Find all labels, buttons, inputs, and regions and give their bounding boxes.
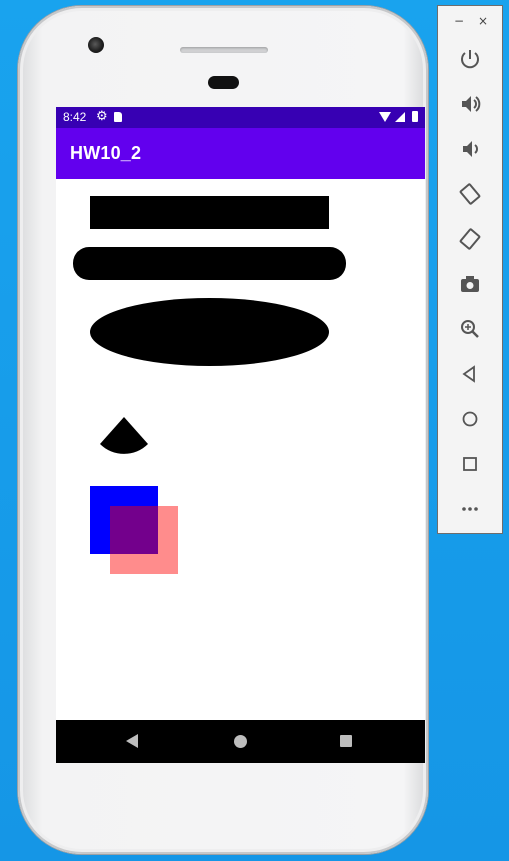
front-camera: [88, 37, 104, 53]
back-icon[interactable]: [455, 359, 485, 389]
rotate-left-icon[interactable]: [455, 179, 485, 209]
zoom-icon[interactable]: [455, 314, 485, 344]
minimize-button[interactable]: −: [454, 14, 464, 28]
emulator-toolbar: − ×: [437, 5, 503, 534]
nav-home-icon[interactable]: [234, 735, 247, 748]
nav-recents-icon[interactable]: [340, 735, 352, 747]
more-icon[interactable]: [455, 494, 485, 524]
sd-card-icon: [114, 112, 122, 122]
overview-icon[interactable]: [455, 449, 485, 479]
wifi-icon: [379, 112, 391, 122]
phone-frame: 8:42 ⚙ HW10_2: [18, 6, 428, 854]
black-rectangle: [90, 196, 329, 229]
home-icon[interactable]: [455, 404, 485, 434]
camera-icon[interactable]: [455, 269, 485, 299]
status-time: 8:42: [63, 110, 87, 124]
status-bar: 8:42 ⚙: [56, 107, 425, 128]
drawing-canvas: [73, 196, 346, 574]
battery-icon: [412, 111, 418, 122]
pink-translucent-square: [110, 506, 178, 574]
navigation-bar: [56, 720, 425, 763]
black-rounded-rectangle: [73, 247, 346, 280]
power-icon[interactable]: [455, 44, 485, 74]
black-arc-wedge: [100, 417, 148, 454]
volume-up-icon[interactable]: [455, 89, 485, 119]
proximity-sensor: [208, 76, 239, 89]
black-oval: [90, 298, 329, 366]
signal-icon: [395, 112, 405, 122]
earpiece-speaker: [180, 47, 268, 53]
nav-back-icon[interactable]: [126, 734, 138, 748]
toolbar-window-controls: − ×: [438, 12, 502, 32]
volume-down-icon[interactable]: [455, 134, 485, 164]
close-button[interactable]: ×: [478, 14, 488, 28]
phone-screen: 8:42 ⚙ HW10_2: [56, 107, 425, 763]
app-bar: HW10_2: [56, 128, 425, 179]
app-title: HW10_2: [70, 143, 142, 163]
settings-icon: ⚙: [96, 108, 108, 123]
rotate-right-icon[interactable]: [455, 224, 485, 254]
